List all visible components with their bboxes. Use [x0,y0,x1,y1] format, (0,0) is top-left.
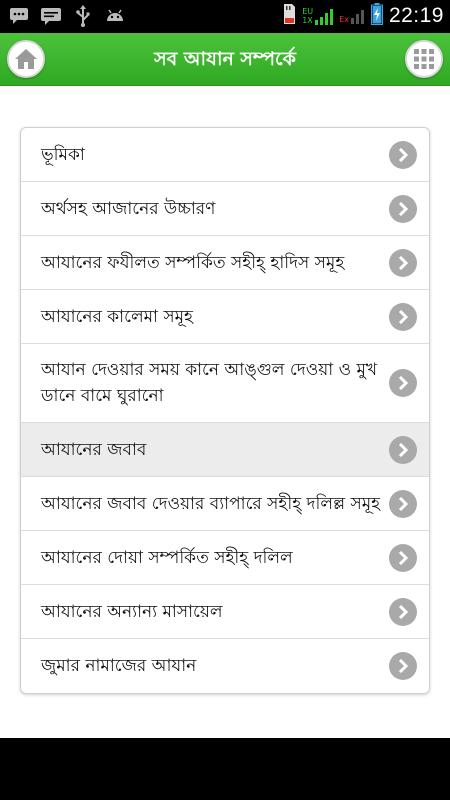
signal-eu-icon: EU 1X [302,7,334,25]
list-item[interactable]: ভূমিকা [21,128,429,182]
system-icons: EU 1X Ex 22:19 [282,3,444,29]
home-button[interactable] [7,40,45,78]
grid-menu-button[interactable] [405,40,443,78]
chevron-right-icon [389,248,417,277]
grid-menu-icon [414,49,434,69]
list-item-label: ভূমিকা [41,144,85,165]
chevron-right-icon [389,369,417,397]
message-icon [40,5,62,27]
usb-icon [72,5,94,27]
content-area: ভূমিকা অর্থসহ আজানের উচ্চারণ আযানের ফযীল… [0,86,450,738]
list-item-label: আযান দেওয়ার সময় কানে আঙ্গুল দেওয়া ও ম… [41,360,378,406]
page-title: সব আযান সম্পর্কে [154,48,296,70]
status-bar: EU 1X Ex 22:19 [0,0,450,33]
chevron-right-icon [389,652,417,680]
list-item[interactable]: অর্থসহ আজানের উচ্চারণ [21,182,429,236]
chevron-right-icon [389,597,417,626]
signal-ex-icon: Ex [339,8,365,24]
list-item-label: জুমার নামাজের আযান [41,656,197,676]
list-item-label: আযানের জবাব দেওয়ার ব্যাপারে সহীহ্ দলিল্… [41,493,381,514]
chevron-right-icon [389,435,417,464]
list-item[interactable]: আযানের জবাব [21,423,429,477]
list-item[interactable]: আযান দেওয়ার সময় কানে আঙ্গুল দেওয়া ও ম… [21,344,429,423]
list-item-label: আযানের দোয়া সম্পর্কিত সহীহ্ দলিল [41,547,293,568]
chevron-right-icon [389,543,417,572]
chevron-right-icon [389,302,417,331]
android-icon [104,5,126,27]
title-bar: সব আযান সম্পর্কে [0,33,450,86]
list-item[interactable]: জুমার নামাজের আযান [21,639,429,693]
list-item-label: আযানের অন্যান্য মাসায়েল [41,601,223,622]
chevron-right-icon [389,140,417,169]
clock: 22:19 [388,4,444,27]
list-item[interactable]: আযানের জবাব দেওয়ার ব্যাপারে সহীহ্ দলিল্… [21,477,429,531]
list-item[interactable]: আযানের দোয়া সম্পর্কিত সহীহ্ দলিল [21,531,429,585]
notification-icons [8,5,126,27]
navigation-area [0,738,450,800]
list-item-label: আযানের জবাব [41,439,147,460]
sd-card-icon [282,3,296,29]
chat-bubble-icon [8,5,30,27]
menu-list: ভূমিকা অর্থসহ আজানের উচ্চারণ আযানের ফযীল… [20,127,430,694]
chevron-right-icon [389,489,417,518]
list-item[interactable]: আযানের অন্যান্য মাসায়েল [21,585,429,639]
list-item[interactable]: আযানের ফযীলত সম্পর্কিত সহীহ্ হাদিস সমূহ [21,236,429,290]
home-icon [15,49,37,69]
battery-charging-icon [370,3,383,29]
list-item-label: আযানের ফযীলত সম্পর্কিত সহীহ্ হাদিস সমূহ [41,252,345,273]
list-item[interactable]: আযানের কালেমা সমূহ [21,290,429,344]
chevron-right-icon [389,194,417,223]
list-item-label: আযানের কালেমা সমূহ [41,306,193,327]
list-item-label: অর্থসহ আজানের উচ্চারণ [41,198,216,219]
